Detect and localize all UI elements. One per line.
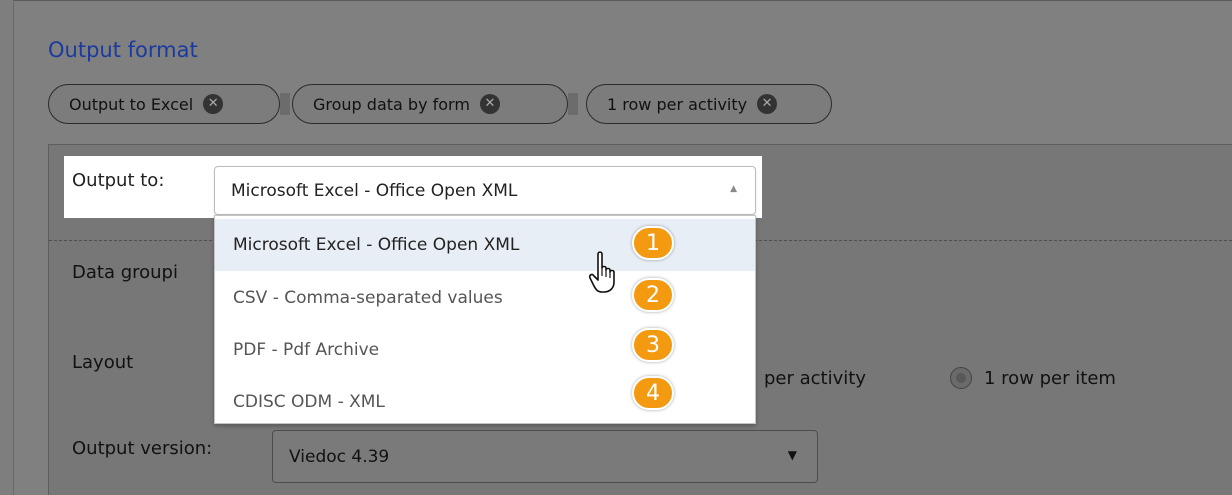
left-border bbox=[0, 0, 14, 495]
caret-up-icon: ▲ bbox=[730, 184, 737, 194]
data-grouping-label: Data groupi bbox=[72, 262, 178, 283]
output-to-label: Output to: bbox=[72, 170, 165, 191]
chip-output-to-excel[interactable]: Output to Excel ✕ bbox=[48, 84, 280, 124]
close-circle-icon[interactable]: ✕ bbox=[757, 94, 778, 114]
output-version-label: Output version: bbox=[72, 438, 213, 459]
layout-label: Layout bbox=[72, 352, 134, 373]
chip-label: Group data by form bbox=[313, 94, 470, 114]
dropdown-option-excel[interactable]: Microsoft Excel - Office Open XML bbox=[215, 219, 755, 271]
caret-down-icon: ▼ bbox=[787, 448, 797, 462]
option-label: CDISC ODM - XML bbox=[233, 392, 385, 412]
close-circle-icon[interactable]: ✕ bbox=[203, 94, 224, 114]
step-badge-1: 1 bbox=[632, 226, 674, 260]
hand-pointer-icon bbox=[589, 251, 615, 293]
chip-label: 1 row per activity bbox=[607, 94, 748, 114]
chip-group-data-by-form[interactable]: Group data by form ✕ bbox=[292, 84, 568, 124]
step-badge-4: 4 bbox=[632, 376, 674, 410]
section-title: Output format bbox=[48, 38, 198, 62]
radio-1-row-per-item[interactable] bbox=[950, 367, 972, 389]
option-label: PDF - Pdf Archive bbox=[233, 340, 380, 360]
chip-separator bbox=[280, 93, 290, 115]
option-label: Microsoft Excel - Office Open XML bbox=[233, 235, 520, 255]
output-version-value: Viedoc 4.39 bbox=[289, 446, 390, 467]
step-badge-3: 3 bbox=[632, 328, 674, 362]
layout-option-item-label: 1 row per item bbox=[984, 368, 1116, 389]
output-to-select[interactable]: Microsoft Excel - Office Open XML ▲ bbox=[214, 166, 756, 215]
layout-option-per-activity-label: per activity bbox=[764, 368, 866, 389]
close-circle-icon[interactable]: ✕ bbox=[479, 94, 500, 114]
dropdown-option-pdf[interactable]: PDF - Pdf Archive bbox=[215, 324, 755, 376]
dropdown-option-csv[interactable]: CSV - Comma-separated values bbox=[215, 272, 755, 324]
chip-label: Output to Excel bbox=[69, 94, 194, 114]
option-label: CSV - Comma-separated values bbox=[233, 288, 503, 308]
top-border bbox=[0, 0, 1232, 1]
step-badge-2: 2 bbox=[632, 278, 674, 312]
chip-1-row-per-activity[interactable]: 1 row per activity ✕ bbox=[586, 84, 832, 124]
chip-separator bbox=[568, 93, 578, 115]
dropdown-option-cdisc-odm[interactable]: CDISC ODM - XML bbox=[215, 376, 755, 428]
output-version-select[interactable]: Viedoc 4.39 ▼ bbox=[272, 430, 818, 483]
output-to-dropdown: Microsoft Excel - Office Open XML CSV - … bbox=[214, 215, 756, 424]
output-to-selected-value: Microsoft Excel - Office Open XML bbox=[231, 180, 518, 201]
